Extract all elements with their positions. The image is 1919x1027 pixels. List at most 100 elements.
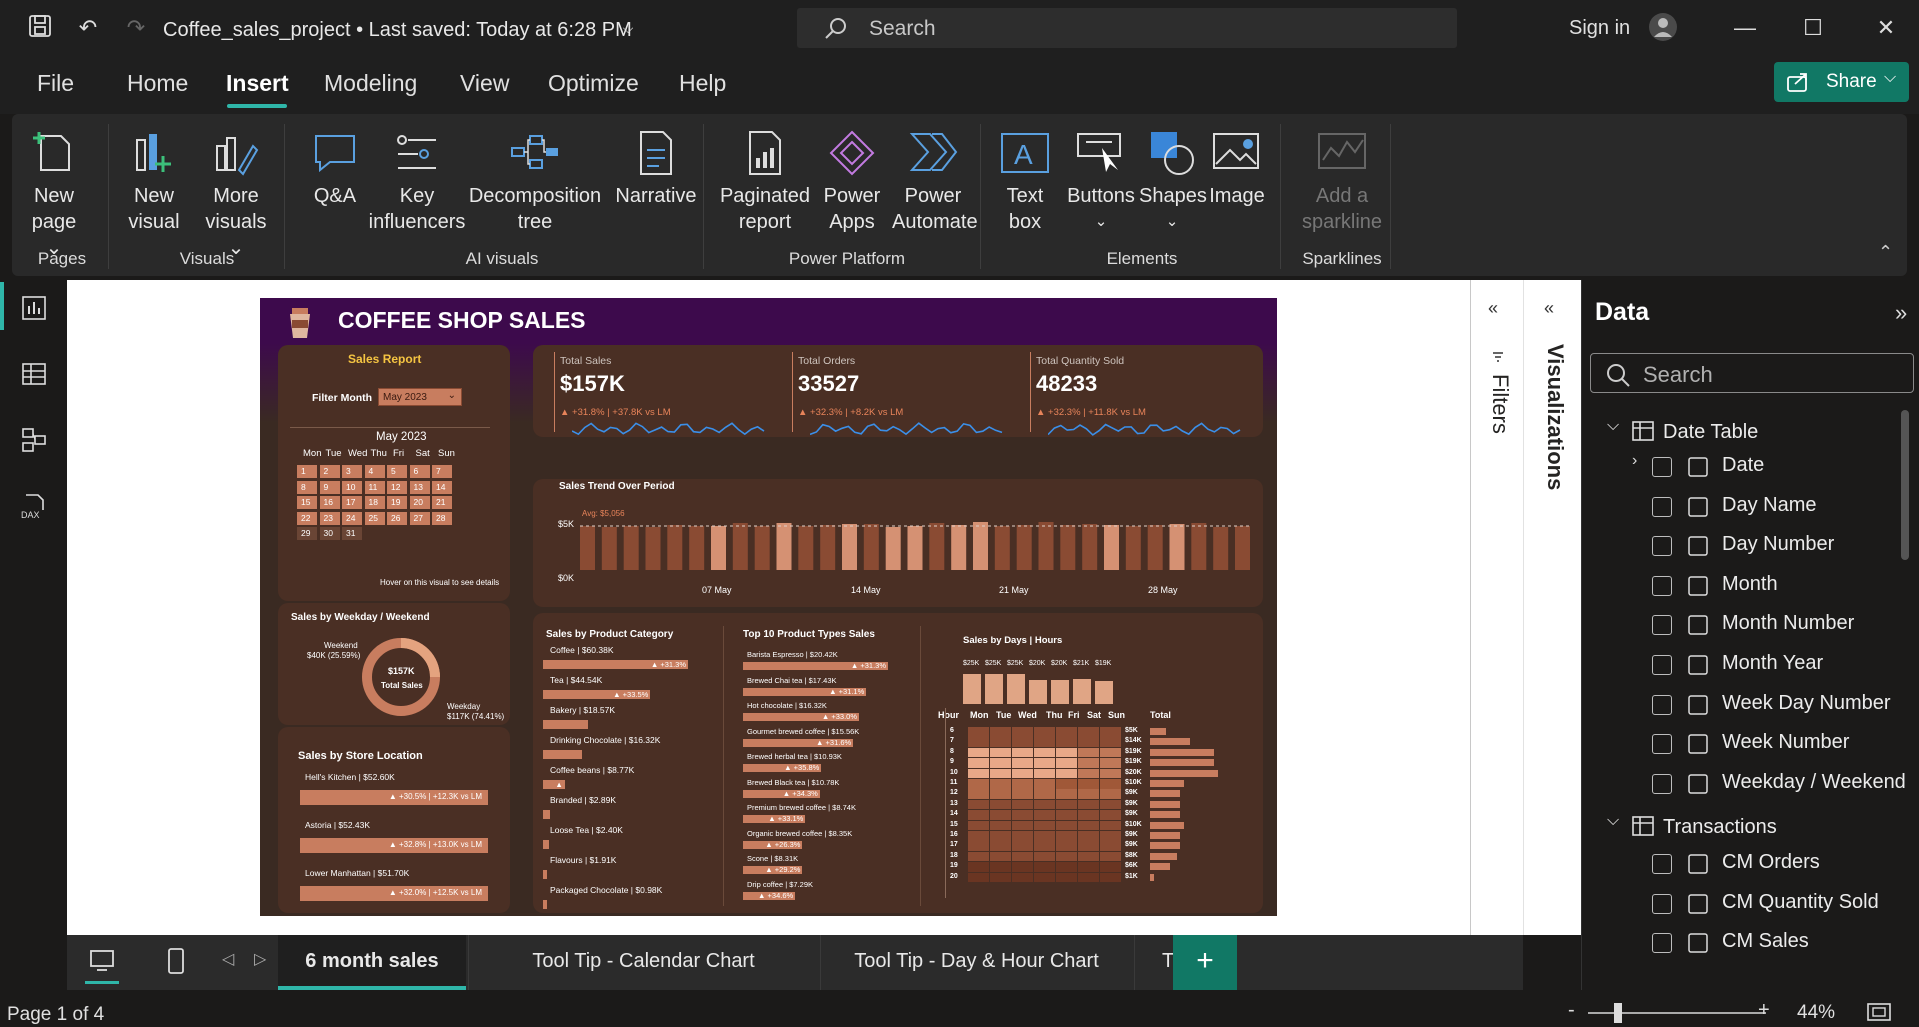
heatmap-cell[interactable] xyxy=(968,727,989,737)
tab-6-month-sales[interactable]: 6 month sales xyxy=(278,935,466,990)
trend-bar[interactable] xyxy=(842,524,857,570)
heatmap-cell[interactable] xyxy=(968,768,989,779)
menu-optimize[interactable]: Optimize xyxy=(548,70,639,97)
heatmap-cell[interactable] xyxy=(990,779,1011,789)
day-total-bar[interactable] xyxy=(1029,680,1047,704)
add-sparkline-button[interactable]: Add a sparkline xyxy=(1294,130,1390,235)
close-icon[interactable]: ✕ xyxy=(1872,14,1900,42)
heatmap-cell[interactable] xyxy=(990,820,1011,831)
heatmap-cell[interactable] xyxy=(1056,799,1077,810)
hour-total-bar[interactable] xyxy=(1150,821,1184,829)
maximize-icon[interactable]: ☐ xyxy=(1799,14,1827,42)
field-checkbox[interactable] xyxy=(1652,457,1672,477)
data-pane-scrollbar[interactable] xyxy=(1901,410,1909,560)
key-influencers-button[interactable]: Key influencers xyxy=(367,130,467,235)
heatmap-cell[interactable] xyxy=(1078,831,1099,841)
field-item[interactable]: › Date xyxy=(1632,452,1912,482)
day-total-bar[interactable] xyxy=(1073,679,1091,704)
heatmap-cell[interactable] xyxy=(990,768,1011,779)
heatmap-cell[interactable] xyxy=(1100,747,1121,758)
heatmap-cell[interactable] xyxy=(1034,831,1055,841)
heatmap-cell[interactable] xyxy=(968,831,989,841)
heatmap-cell[interactable] xyxy=(1012,831,1033,841)
product-type-bar[interactable]: ▲ +29.2% xyxy=(743,865,803,874)
heatmap-cell[interactable] xyxy=(1034,727,1055,737)
calendar-day[interactable]: 12 xyxy=(387,480,407,494)
hour-total-bar[interactable] xyxy=(1150,748,1214,756)
heatmap-cell[interactable] xyxy=(1034,810,1055,820)
heatmap-cell[interactable] xyxy=(1078,768,1099,779)
field-item[interactable]: Week Number xyxy=(1652,729,1912,759)
field-checkbox[interactable] xyxy=(1652,773,1672,794)
hour-total-bar[interactable] xyxy=(1150,790,1180,798)
visualizations-pane[interactable]: « Visualizations xyxy=(1523,280,1581,935)
heatmap-cell[interactable] xyxy=(1034,768,1055,779)
minimize-icon[interactable]: — xyxy=(1731,14,1759,42)
trend-bar[interactable] xyxy=(1016,525,1032,570)
field-item[interactable]: Day Name xyxy=(1652,492,1912,522)
calendar-day[interactable]: 7 xyxy=(432,465,452,478)
heatmap-cell[interactable] xyxy=(990,851,1011,862)
menu-file[interactable]: File xyxy=(37,70,74,97)
menu-view[interactable]: View xyxy=(460,70,509,97)
field-checkbox[interactable] xyxy=(1652,734,1672,755)
trend-bar[interactable] xyxy=(1038,522,1054,570)
category-bar[interactable]: ▲ +33.5% xyxy=(543,690,651,699)
heatmap-cell[interactable] xyxy=(1034,872,1055,883)
heatmap-cell[interactable] xyxy=(968,851,989,862)
hour-total-bar[interactable] xyxy=(1150,873,1154,881)
expand-filters-icon[interactable]: « xyxy=(1488,298,1498,319)
heatmap-cell[interactable] xyxy=(968,779,989,789)
calendar-day[interactable]: 19 xyxy=(387,496,407,509)
calendar-day[interactable]: 30 xyxy=(319,527,340,540)
heatmap-cell[interactable] xyxy=(1100,820,1121,831)
field-checkbox[interactable] xyxy=(1652,854,1672,874)
trend-bar[interactable] xyxy=(1169,524,1185,570)
hour-total-bar[interactable] xyxy=(1150,842,1180,850)
heatmap-cell[interactable] xyxy=(1100,841,1121,851)
heatmap-cell[interactable] xyxy=(990,862,1011,872)
hour-total-bar[interactable] xyxy=(1150,728,1166,735)
report-view-icon[interactable] xyxy=(20,294,48,322)
weekday-donut-chart[interactable] xyxy=(360,636,442,718)
heatmap-cell[interactable] xyxy=(1034,799,1055,810)
new-page-button[interactable]: New page ⌄ xyxy=(24,130,84,261)
heatmap-cell[interactable] xyxy=(1100,768,1121,779)
calendar-day[interactable]: 23 xyxy=(319,511,340,525)
desktop-layout-icon[interactable] xyxy=(88,948,116,974)
hour-total-bar[interactable] xyxy=(1150,832,1180,839)
heatmap-cell[interactable] xyxy=(1056,841,1077,851)
category-bar[interactable]: ▲ +31.3% xyxy=(543,660,688,669)
heatmap-cell[interactable] xyxy=(1012,727,1033,737)
heatmap-cell[interactable] xyxy=(1056,747,1077,758)
trend-bar[interactable] xyxy=(623,526,639,570)
mobile-layout-icon[interactable] xyxy=(166,947,186,975)
heatmap-cell[interactable] xyxy=(1056,862,1077,872)
calendar-day[interactable]: 17 xyxy=(342,496,362,509)
heatmap-cell[interactable] xyxy=(1078,758,1099,768)
product-type-bar[interactable]: ▲ +34.3% xyxy=(743,789,820,798)
calendar-day[interactable]: 6 xyxy=(409,465,430,478)
table-view-icon[interactable] xyxy=(20,360,48,388)
heatmap-cell[interactable] xyxy=(990,758,1011,768)
filters-pane[interactable]: « Filters xyxy=(1470,280,1523,935)
trend-bar[interactable] xyxy=(1060,525,1076,570)
sales-trend-chart[interactable] xyxy=(580,508,1250,588)
heatmap-cell[interactable] xyxy=(990,727,1011,737)
heatmap-cell[interactable] xyxy=(1100,779,1121,789)
heatmap-cell[interactable] xyxy=(990,799,1011,810)
heatmap-cell[interactable] xyxy=(1056,758,1077,768)
heatmap-cell[interactable] xyxy=(990,872,1011,883)
heatmap-cell[interactable] xyxy=(1056,779,1077,789)
trend-bar[interactable] xyxy=(711,526,726,570)
product-type-bar[interactable]: ▲ +31.6% xyxy=(743,738,854,747)
data-search-input[interactable]: Search xyxy=(1590,353,1914,393)
new-visual-button[interactable]: New visual xyxy=(124,130,184,235)
product-type-bar[interactable]: ▲ +33.1% xyxy=(743,814,806,823)
store-bar[interactable]: ▲ +30.5% | +12.3K vs LM xyxy=(300,790,488,805)
heatmap-cell[interactable] xyxy=(1100,737,1121,747)
day-total-bar[interactable] xyxy=(985,674,1003,704)
heatmap-cell[interactable] xyxy=(1034,747,1055,758)
heatmap-cell[interactable] xyxy=(1012,841,1033,851)
trend-bar[interactable] xyxy=(754,526,770,570)
